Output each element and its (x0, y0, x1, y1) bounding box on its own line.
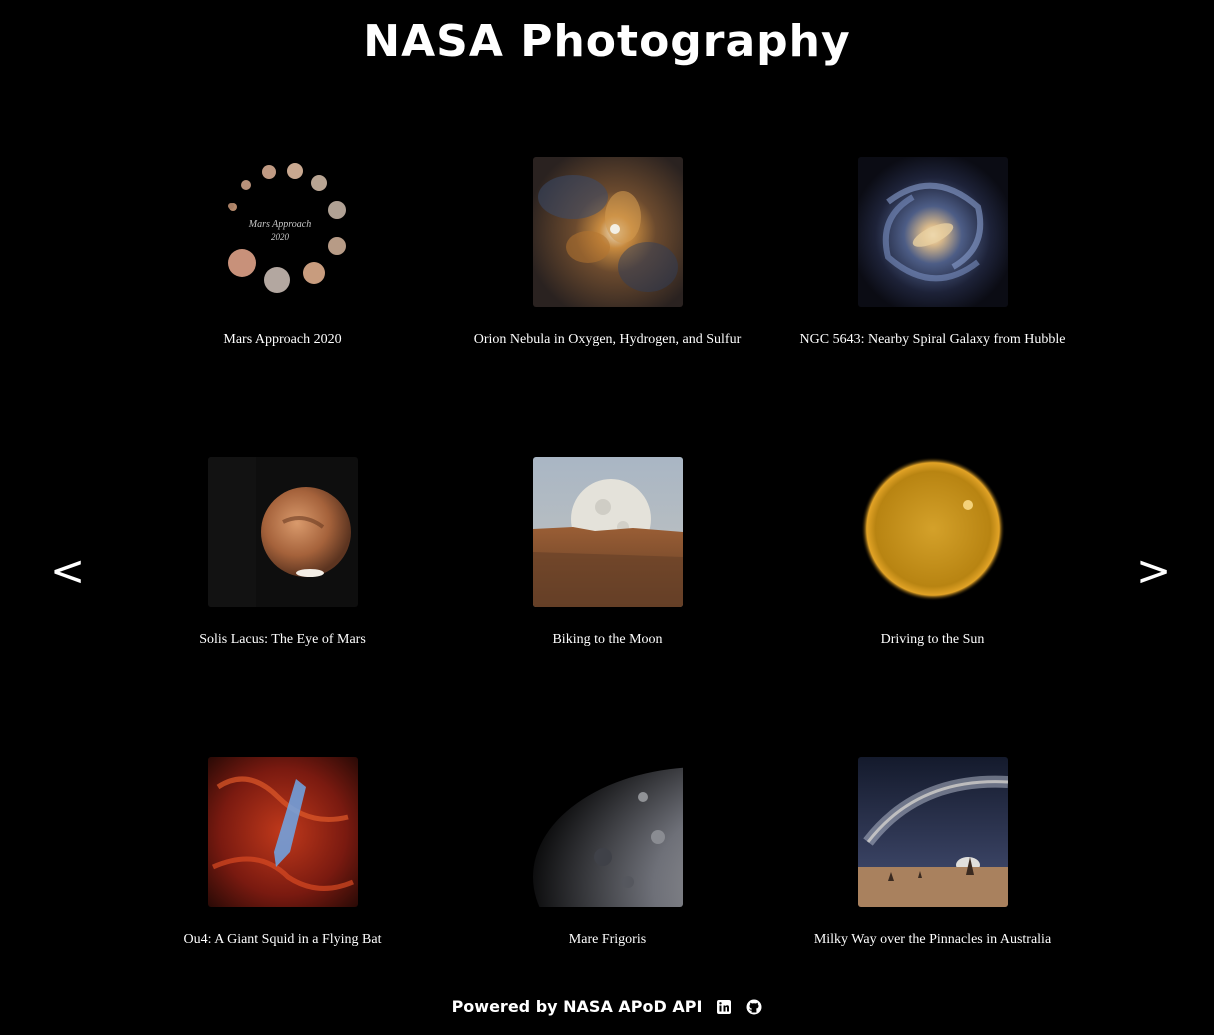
photo-thumbnail[interactable] (857, 457, 1008, 607)
next-page-button[interactable]: > (1136, 545, 1171, 597)
photo-title[interactable]: Mare Frigoris (445, 931, 770, 949)
photo-title[interactable]: Milky Way over the Pinnacles in Australi… (770, 931, 1095, 949)
photo-grid: Mars Approach 2020 Mars Approach 2020 Or… (120, 157, 1096, 1035)
linkedin-icon[interactable] (716, 999, 732, 1015)
photo-thumbnail[interactable] (207, 457, 358, 607)
photo-card[interactable]: Solis Lacus: The Eye of Mars (120, 457, 445, 757)
photo-title[interactable]: NGC 5643: Nearby Spiral Galaxy from Hubb… (770, 331, 1095, 349)
photo-card[interactable]: Mare Frigoris (445, 757, 770, 1035)
photo-thumbnail[interactable] (207, 757, 358, 907)
photo-title[interactable]: Solis Lacus: The Eye of Mars (120, 631, 445, 649)
photo-title[interactable]: Biking to the Moon (445, 631, 770, 649)
photo-card[interactable]: Milky Way over the Pinnacles in Australi… (770, 757, 1095, 1035)
photo-card[interactable]: NGC 5643: Nearby Spiral Galaxy from Hubb… (770, 157, 1095, 457)
photo-card[interactable]: Ou4: A Giant Squid in a Flying Bat (120, 757, 445, 1035)
svg-text:Mars Approach: Mars Approach (247, 219, 311, 230)
footer-text: Powered by NASA APoD API (451, 997, 703, 1016)
photo-thumbnail[interactable]: Mars Approach 2020 (207, 157, 358, 307)
page-title: NASA Photography (363, 16, 851, 67)
photo-card[interactable]: Driving to the Sun (770, 457, 1095, 757)
photo-title[interactable]: Ou4: A Giant Squid in a Flying Bat (120, 931, 445, 949)
prev-page-button[interactable]: < (50, 545, 85, 597)
photo-thumbnail[interactable] (532, 157, 683, 307)
github-icon[interactable] (746, 999, 762, 1015)
photo-thumbnail[interactable] (857, 757, 1008, 907)
page: NASA Photography < > Mars Approach 2020 … (0, 0, 1214, 1035)
photo-card[interactable]: Mars Approach 2020 Mars Approach 2020 (120, 157, 445, 457)
photo-title[interactable]: Driving to the Sun (770, 631, 1095, 649)
photo-card[interactable]: Orion Nebula in Oxygen, Hydrogen, and Su… (445, 157, 770, 457)
photo-card[interactable]: Biking to the Moon (445, 457, 770, 757)
photo-thumbnail[interactable] (532, 757, 683, 907)
photo-title[interactable]: Mars Approach 2020 (120, 331, 445, 349)
photo-thumbnail[interactable] (532, 457, 683, 607)
svg-text:2020: 2020 (271, 232, 290, 242)
footer: Powered by NASA APoD API (0, 996, 1214, 1018)
photo-thumbnail[interactable] (857, 157, 1008, 307)
photo-title[interactable]: Orion Nebula in Oxygen, Hydrogen, and Su… (445, 331, 770, 349)
